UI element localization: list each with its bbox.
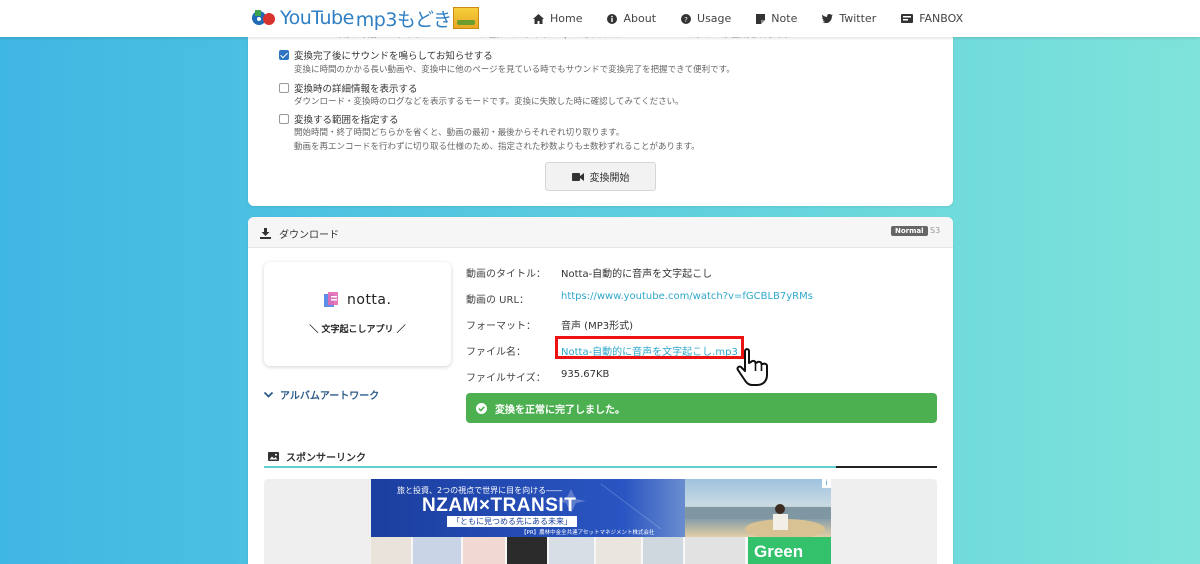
download-title: ダウンロード [260,226,339,241]
nav-about[interactable]: About [607,12,656,25]
ad-green-banner[interactable]: Green [748,537,831,564]
album-artwork-toggle[interactable]: アルバムアートワーク [264,387,379,402]
nav-fanbox[interactable]: FANBOX [901,12,963,25]
success-message: 変換を正常に完了しました。 [495,404,625,416]
logo-badge-icon [453,7,480,29]
note-icon [756,13,766,24]
video-camera-icon [571,172,584,181]
album-artwork-label: アルバムアートワーク [280,391,380,402]
twitter-icon [822,14,834,23]
ad-photo [685,479,831,539]
logo-text-mp3: mp3もどき [355,8,452,31]
filesize-label: ファイルサイズ： [466,373,546,384]
title-value: Notta-自動的に音声を文字起こし [561,269,713,280]
ad-tile [596,537,641,564]
ad-person-illustration [685,504,831,539]
top-navbar: YouTube mp3もどき Home About ? Usage Note T… [0,0,1200,37]
ad-tile [463,537,505,564]
ad-subheadline: 「ともに見つめる先にある未来」 [447,516,577,527]
ad-tile [549,537,594,564]
ad-tile [413,537,461,564]
video-thumbnail: notta. ＼ 文字起こしアプリ ／ [264,262,451,366]
download-title-label: ダウンロード [279,230,339,241]
sponsor-title: スポンサーリンク [286,453,366,464]
option-desc: 開始時間・終了時間どちらかを省くと、動画の最初・最後からそれぞれ切り取ります。 [294,128,625,138]
sponsor-heading: スポンサーリンク [268,449,366,464]
nav-about-label: About [623,12,657,25]
ad-sponsor-note: 【PR】農林中金全共連アセットマネジメント株式会社 [521,530,655,536]
format-value: 音声 (MP3形式) [561,321,634,332]
url-link[interactable]: https://www.youtube.com/watch?v=fGCBLB7y… [561,291,813,302]
sponsor-divider-accent [836,466,937,468]
quality-badge: Normal [891,226,928,236]
question-icon: ? [681,13,692,24]
notta-logo: notta. [324,291,391,308]
nav-note[interactable]: Note [756,12,797,25]
url-label: 動画の URL： [466,295,530,306]
start-convert-label: 変換開始 [589,173,630,184]
option-title: 変換する範囲を指定する [294,115,399,126]
filesize-value: 935.67KB [561,369,610,380]
hand-pointer-icon [735,347,779,391]
download-icon [260,228,271,239]
svg-text:?: ? [684,16,688,24]
option-title: 変換完了後にサウンドを鳴らしてお知らせする [294,51,493,62]
nav-home[interactable]: Home [533,12,582,25]
ad-tile [371,537,411,564]
filename-highlight-box [555,336,744,359]
nav-usage[interactable]: ? Usage [681,12,731,25]
nav-twitter[interactable]: Twitter [822,12,876,25]
site-logo[interactable]: YouTube mp3もどき [250,4,480,32]
check-circle-icon [476,402,487,414]
image-icon [268,452,279,461]
ad-tile [507,537,547,564]
ad-tile [685,537,745,564]
start-convert-button[interactable]: 変換開始 [545,162,656,191]
option-desc: 変換に時間のかかる長い動画や、変換中に他のページを見ている時でもサウンドで変換完… [294,65,735,75]
logo-text: YouTube [280,7,354,29]
title-label: 動画のタイトル： [466,269,546,280]
logo-mark-icon [250,6,278,30]
fanbox-icon [901,14,914,23]
ad-headline: NZAM×TRANSIT [422,495,577,516]
notta-logo-text: notta. [347,291,392,308]
nav-fanbox-label: FANBOX [919,12,964,25]
chevron-down-icon [264,391,273,398]
verbose-info-checkbox[interactable] [279,83,289,93]
nav-note-label: Note [771,12,798,25]
nav-home-label: Home [550,12,583,25]
nav-twitter-label: Twitter [839,12,877,25]
ad-tile [643,537,683,564]
server-label: S3 [930,226,941,235]
info-icon [607,13,618,24]
download-card-header: ダウンロード Normal S3 [248,217,953,248]
option-title: 変換時の詳細情報を表示する [294,84,418,95]
thumbnail-caption: ＼ 文字起こしアプリ ／ [309,325,406,335]
success-alert: 変換を正常に完了しました。 [466,393,937,423]
nav-usage-label: Usage [697,12,732,25]
sound-notify-checkbox[interactable] [279,50,289,60]
option-desc: 動画を再エンコードを行わずに切り取る仕様のため、指定された秒数よりも±数秒ずれる… [294,142,700,152]
filename-label: ファイル名： [466,347,526,358]
format-label: フォーマット： [466,321,536,332]
range-checkbox[interactable] [279,114,289,124]
ad-info-icon[interactable]: i [822,479,831,488]
main-nav: Home About ? Usage Note Twitter FANBOX [533,0,988,37]
notta-logo-icon [324,291,341,308]
home-icon [533,13,544,24]
option-desc: ダウンロード・変換時のログなどを表示するモードです。変換に失敗した時に確認してみ… [294,97,684,107]
